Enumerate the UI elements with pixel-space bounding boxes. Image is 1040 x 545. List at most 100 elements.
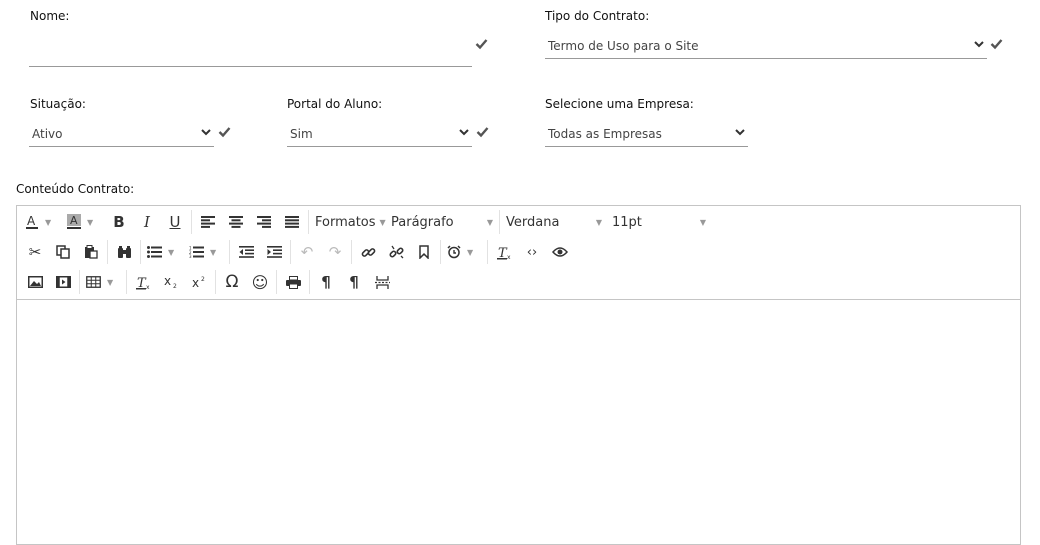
situacao-label: Situação: [30,97,86,111]
toolbar-separator [107,240,108,264]
situacao-select[interactable]: Ativo [29,125,214,147]
rtl-button[interactable]: ¶ [340,269,368,295]
subscript-button[interactable]: x2 [157,269,185,295]
insert-table-button[interactable]: ▼ [82,269,124,295]
toolbar-separator [309,270,310,294]
toolbar-separator [290,240,291,264]
toolbar-separator [79,270,80,294]
clear-format-icon: Tx [496,245,512,260]
rich-text-editor: A ▼ A ▼ B I U Formatos ▼ Parágrafo ▼ Ver… [16,205,1021,545]
tipo-contrato-value: Termo de Uso para o Site [548,39,699,53]
text-color-button[interactable]: A ▼ [21,209,63,235]
block-format-dropdown[interactable]: Parágrafo ▼ [387,209,497,235]
omega-icon: Ω [225,272,239,292]
svg-text:x: x [146,284,150,290]
indent-icon [266,246,282,258]
eye-icon [552,246,568,258]
formats-dropdown[interactable]: Formatos ▼ [311,209,387,235]
undo-button[interactable]: ↶ [293,239,321,265]
anchor-button[interactable] [410,239,438,265]
remove-link-button[interactable] [382,239,410,265]
table-icon [86,276,101,288]
svg-text:x: x [507,254,511,260]
emoticons-button[interactable]: ☺ [246,269,274,295]
printer-icon [285,275,301,289]
editor-toolbar: A ▼ A ▼ B I U Formatos ▼ Parágrafo ▼ Ver… [17,206,1020,300]
link-icon [361,245,376,260]
chevron-down-icon [973,38,985,50]
cut-button[interactable]: ✂ [21,239,49,265]
scissors-icon: ✂ [28,243,42,261]
align-left-button[interactable] [194,209,222,235]
align-justify-button[interactable] [278,209,306,235]
remove-format-button[interactable]: Tx [129,269,157,295]
redo-icon: ↷ [328,243,342,261]
underline-button[interactable]: U [161,209,189,235]
align-right-button[interactable] [250,209,278,235]
clear-formatting-button[interactable]: Tx [490,239,518,265]
toolbar-separator [499,210,500,234]
bullet-list-button[interactable]: ▼ [143,239,185,265]
ltr-button[interactable]: ¶ [312,269,340,295]
redo-button[interactable]: ↷ [321,239,349,265]
empresa-select[interactable]: Todas as Empresas [545,125,748,147]
pilcrow-icon: ¶ [321,273,331,291]
page-break-button[interactable] [368,269,396,295]
numbered-list-icon: 123 [189,246,204,258]
portal-aluno-value: Sim [290,127,313,141]
italic-button[interactable]: I [133,209,161,235]
nome-input[interactable] [29,45,472,67]
tipo-contrato-label: Tipo do Contrato: [545,9,650,23]
tipo-contrato-select[interactable]: Termo de Uso para o Site [545,37,987,59]
bold-button[interactable]: B [105,209,133,235]
numbered-list-button[interactable]: 1 2 3 ▼ [185,239,227,265]
background-color-icon: A [67,214,81,230]
empresa-label: Selecione uma Empresa: [545,97,694,111]
text-color-icon: A [25,214,39,230]
insert-image-button[interactable] [21,269,49,295]
background-color-button[interactable]: A ▼ [63,209,105,235]
toolbar-separator [276,270,277,294]
undo-icon: ↶ [300,243,314,261]
font-family-dropdown[interactable]: Verdana ▼ [502,209,606,235]
toolbar-separator [215,270,216,294]
superscript-button[interactable]: x2 [185,269,213,295]
paste-button[interactable] [77,239,105,265]
block-format-label: Parágrafo [391,214,454,230]
align-center-button[interactable] [222,209,250,235]
svg-text:3: 3 [189,254,192,258]
bold-icon: B [113,213,125,231]
toolbar-separator [440,240,441,264]
insert-media-button[interactable] [49,269,77,295]
print-button[interactable] [279,269,307,295]
image-icon [27,276,43,288]
toolbar-separator [487,240,488,264]
editor-content-area[interactable] [17,300,1020,544]
indent-button[interactable] [260,239,288,265]
superscript-icon: x2 [192,275,207,289]
special-character-button[interactable]: Ω [218,269,246,295]
portal-aluno-select[interactable]: Sim [287,125,472,147]
copy-button[interactable] [49,239,77,265]
toolbar-separator [126,270,127,294]
media-icon [55,276,71,288]
insert-datetime-button[interactable]: ▼ [443,239,485,265]
find-replace-button[interactable] [110,239,138,265]
align-left-icon [201,216,215,228]
alarm-clock-icon [447,245,461,259]
toolbar-row-2: ✂ ▼ 1 2 3 ▼ ↶ ↷ ▼ T x ‹› [21,238,574,266]
bullet-list-icon [147,246,162,258]
italic-icon: I [144,213,150,231]
svg-text:2: 2 [173,283,177,289]
copy-icon [56,245,70,259]
insert-link-button[interactable] [354,239,382,265]
font-size-dropdown[interactable]: 11pt ▼ [608,209,710,235]
check-icon [218,125,231,138]
svg-text:x: x [164,275,171,288]
outdent-icon [238,246,254,258]
toolbar-separator [140,240,141,264]
preview-button[interactable] [546,239,574,265]
source-code-button[interactable]: ‹› [518,239,546,265]
font-family-label: Verdana [506,214,560,230]
outdent-button[interactable] [232,239,260,265]
